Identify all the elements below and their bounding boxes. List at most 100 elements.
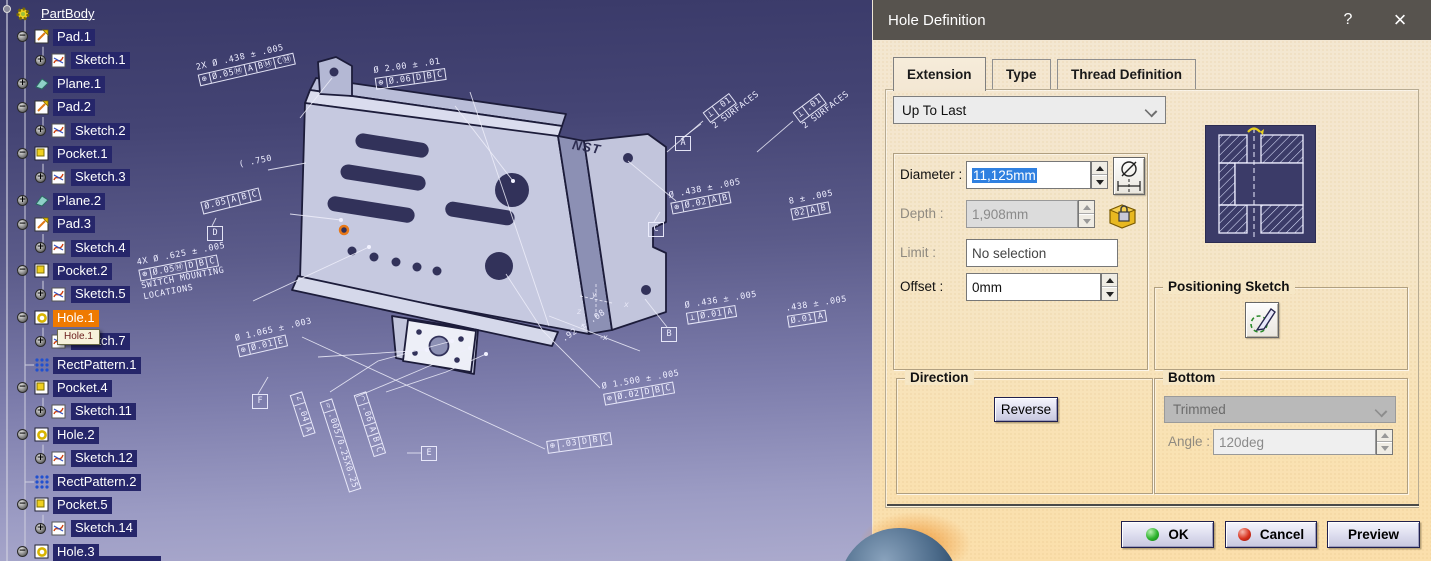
tree-item-rectpattern.2[interactable]: RectPattern.2 [0,471,141,493]
diameter-input[interactable]: 11,125mm [966,161,1091,189]
offset-stepper[interactable] [1101,273,1118,301]
tree-item-sketch.4[interactable]: + Sketch.4 [0,237,130,259]
collapse-icon[interactable]: − [17,429,28,440]
tree-item-label[interactable]: Sketch.14 [71,520,137,537]
tree-item-pad.3[interactable]: − Pad.3 [0,214,95,236]
feature-tree[interactable]: PartBody−Pad.1+Sketch.1+Plane.1−Pad.2+Sk… [0,0,190,561]
tree-item-label[interactable]: Pad.2 [53,99,95,116]
datum-flag-e: E [421,446,437,461]
datum-flag-a: A [675,136,691,151]
expand-icon[interactable]: + [35,523,46,534]
diameter-icon [1114,158,1144,194]
tree-item-label[interactable]: Sketch.3 [71,169,130,186]
tree-item-label[interactable]: Pocket.1 [53,146,112,163]
sketch-icon [51,53,67,69]
expand-icon[interactable]: + [35,406,46,417]
tree-item-pocket.5[interactable]: − Pocket.5 [0,494,112,516]
tree-item-label[interactable]: Pad.1 [53,29,95,46]
tree-item-pad.1[interactable]: − Pad.1 [0,26,95,48]
tree-item-sketch.3[interactable]: + Sketch.3 [0,167,130,189]
tree-item-sketch.11[interactable]: + Sketch.11 [0,401,136,423]
tree-item-plane.2[interactable]: + Plane.2 [0,190,105,212]
tab-type[interactable]: Type [992,59,1051,89]
tree-item-label[interactable]: RectPattern.2 [53,474,141,491]
ok-button[interactable]: OK [1121,521,1214,548]
extension-type-dropdown[interactable]: Up To Last [893,96,1166,124]
tree-item-partbody[interactable]: PartBody [0,3,98,25]
expand-icon[interactable]: + [35,172,46,183]
expand-icon[interactable]: + [35,336,46,347]
tree-item-label[interactable]: RectPattern.1 [53,357,141,374]
tree-item-sketch.12[interactable]: + Sketch.12 [0,448,137,470]
collapse-icon[interactable]: − [17,102,28,113]
tree-item-sketch.2[interactable]: + Sketch.2 [0,120,130,142]
tree-item-pad.2[interactable]: − Pad.2 [0,97,95,119]
pad-icon [34,100,50,116]
collapse-icon[interactable]: − [17,265,28,276]
tree-item-label[interactable]: PartBody [37,6,98,23]
tree-item-rectpattern.1[interactable]: RectPattern.1 [0,354,141,376]
positioning-sketch-title: Positioning Sketch [1163,279,1295,294]
chevron-down-icon [1145,105,1158,118]
collapse-icon[interactable]: − [17,546,28,557]
positioning-sketch-button[interactable] [1245,302,1279,338]
axis-label: x [624,300,629,309]
help-button[interactable]: ? [1325,0,1371,40]
angle-label: Angle : [1168,434,1210,449]
tree-item-sketch.14[interactable]: + Sketch.14 [0,518,137,540]
tree-item-label[interactable]: Sketch.2 [71,123,130,140]
collapse-icon[interactable]: − [17,382,28,393]
hole-icon [34,310,50,326]
collapse-icon[interactable]: − [17,499,28,510]
expand-icon[interactable]: + [17,78,28,89]
tree-item-label[interactable]: Sketch.1 [71,52,130,69]
application-window: NST [0,0,1431,561]
datum-flag-d: D [207,226,223,241]
angle-input: 120deg [1213,429,1376,455]
expand-icon[interactable]: + [35,453,46,464]
collapse-icon[interactable]: − [17,31,28,42]
tree-item-pocket.2[interactable]: − Pocket.2 [0,260,112,282]
tree-item-hole.2[interactable]: − Hole.2 [0,424,99,446]
tree-item-label[interactable]: Hole.1 [53,310,99,327]
tree-item-label[interactable]: Sketch.11 [71,403,136,420]
tree-item-label[interactable]: Pocket.2 [53,263,112,280]
tree-item-label[interactable]: Hole.2 [53,427,99,444]
cancel-button[interactable]: Cancel [1225,521,1317,548]
direction-group: Direction [896,378,1153,494]
expand-icon[interactable]: + [35,125,46,136]
cancel-status-icon [1238,528,1251,541]
close-button[interactable]: × [1377,0,1423,40]
limit-label: Limit : [900,245,936,260]
collapse-icon[interactable]: − [17,148,28,159]
tree-item-pocket.1[interactable]: − Pocket.1 [0,143,112,165]
3d-viewport[interactable]: NST [0,0,872,561]
tree-item-label[interactable]: Sketch.12 [71,450,137,467]
tree-item-hole.1[interactable]: − Hole.1 [0,307,99,329]
tree-item-sketch.5[interactable]: + Sketch.5 [0,284,130,306]
tab-extension[interactable]: Extension [893,57,986,91]
tree-item-plane.1[interactable]: + Plane.1 [0,73,105,95]
tree-item-label[interactable]: Pocket.5 [53,497,112,514]
tab-thread-definition[interactable]: Thread Definition [1057,59,1196,89]
tree-item-label[interactable]: Plane.2 [53,193,105,210]
tree-item-label[interactable]: Pad.3 [53,216,95,233]
expand-icon[interactable]: + [35,242,46,253]
collapse-icon[interactable]: − [17,219,28,230]
offset-input[interactable]: 0mm [966,273,1101,301]
collapse-icon[interactable]: − [17,312,28,323]
limit-input[interactable]: No selection [966,239,1118,267]
tree-item-label[interactable]: Sketch.4 [71,240,130,257]
preview-button[interactable]: Preview [1327,521,1420,548]
tree-item-sketch.1[interactable]: + Sketch.1 [0,50,130,72]
diameter-dimension-button[interactable] [1113,157,1145,195]
reverse-button[interactable]: Reverse [994,397,1058,422]
tree-item-label[interactable]: Plane.1 [53,76,105,93]
tree-item-label[interactable]: Sketch.5 [71,286,130,303]
diameter-stepper[interactable] [1091,161,1108,189]
expand-icon[interactable]: + [35,55,46,66]
tree-item-pocket.4[interactable]: − Pocket.4 [0,377,112,399]
tree-item-label[interactable]: Pocket.4 [53,380,112,397]
expand-icon[interactable]: + [17,195,28,206]
expand-icon[interactable]: + [35,289,46,300]
